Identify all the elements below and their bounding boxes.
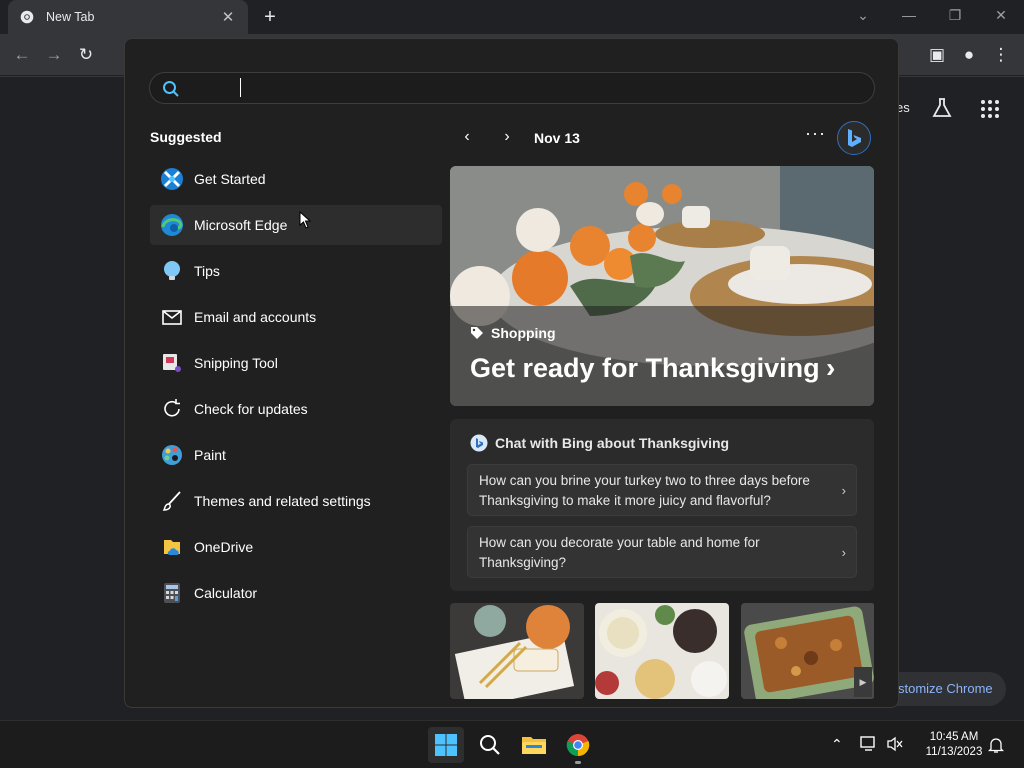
windows-taskbar: ⌃ 10:45 AM 11/13/2023 <box>0 720 1024 768</box>
chat-question-text: How can you brine your turkey two to thr… <box>479 473 810 508</box>
tab-close-icon[interactable]: ✕ <box>220 8 236 26</box>
text-caret <box>240 78 241 97</box>
get-started-icon <box>159 166 185 192</box>
clock-date: 11/13/2023 <box>925 746 983 758</box>
app-label: Email and accounts <box>194 309 317 325</box>
back-icon[interactable]: ← <box>11 44 33 66</box>
search-icon <box>163 81 179 97</box>
paint-icon <box>159 442 185 468</box>
app-label: Get Started <box>194 171 266 187</box>
chat-question-1[interactable]: How can you brine your turkey two to thr… <box>467 464 857 516</box>
refresh-icon <box>159 396 185 422</box>
folder-icon <box>522 737 546 754</box>
app-label: Paint <box>194 447 226 463</box>
mail-icon <box>159 304 185 330</box>
chat-question-text: How can you decorate your table and home… <box>479 535 760 570</box>
previous-day-icon[interactable]: ‹ <box>457 128 477 148</box>
app-label: Snipping Tool <box>194 355 278 371</box>
app-themes-and-related-settings[interactable]: Themes and related settings <box>150 481 442 521</box>
app-calculator[interactable]: Calculator <box>150 573 442 613</box>
hero-chevron-right-icon[interactable]: › <box>826 352 835 384</box>
chat-card-title-text: Chat with Bing about Thanksgiving <box>495 435 730 451</box>
network-icon[interactable] <box>860 736 878 752</box>
thumbnail-side-dishes[interactable] <box>595 603 729 699</box>
volume-muted-icon[interactable] <box>886 736 904 752</box>
app-label: Microsoft Edge <box>194 217 288 233</box>
chrome-icon <box>566 734 590 757</box>
profile-icon[interactable]: ● <box>958 44 980 66</box>
app-microsoft-edge[interactable]: Microsoft Edge <box>150 205 442 245</box>
app-tips[interactable]: Tips <box>150 251 442 291</box>
chat-question-2[interactable]: How can you decorate your table and home… <box>467 526 857 578</box>
hero-category: Shopping <box>470 325 556 341</box>
file-explorer-button[interactable] <box>516 727 552 763</box>
app-label: Tips <box>194 263 220 279</box>
start-search-input[interactable] <box>190 77 850 99</box>
app-check-for-updates[interactable]: Check for updates <box>150 389 442 429</box>
next-day-icon[interactable]: › <box>497 128 517 148</box>
app-label: Themes and related settings <box>194 493 371 509</box>
restore-icon[interactable]: ❐ <box>940 5 970 25</box>
apps-grid-icon[interactable] <box>979 98 1001 120</box>
running-indicator <box>575 761 581 764</box>
notifications-bell-icon[interactable] <box>988 736 1004 754</box>
chevron-right-icon: › <box>841 483 846 498</box>
bing-button[interactable] <box>837 121 871 155</box>
app-get-started[interactable]: Get Started <box>150 159 442 199</box>
snipping-tool-icon <box>159 350 185 376</box>
labs-flask-icon[interactable] <box>930 96 954 120</box>
suggested-heading: Suggested <box>150 129 222 145</box>
thumbnail-pumpkin-card[interactable] <box>450 603 584 699</box>
new-tab-button[interactable]: + <box>258 5 282 29</box>
tab-title: New Tab <box>46 10 95 24</box>
side-panel-icon[interactable]: ▣ <box>926 44 948 66</box>
chrome-icon <box>20 10 34 24</box>
bing-icon <box>848 129 861 147</box>
hero-title: Get ready for Thanksgiving <box>470 353 820 383</box>
menu-dots-icon[interactable]: ⋮ <box>990 44 1012 66</box>
app-email-and-accounts[interactable]: Email and accounts <box>150 297 442 337</box>
app-label: OneDrive <box>194 539 254 555</box>
start-button[interactable] <box>428 727 464 763</box>
show-hidden-icons-icon[interactable]: ⌃ <box>831 736 843 753</box>
taskbar-search-button[interactable] <box>472 727 508 763</box>
scroll-right-icon[interactable]: ▶ <box>854 667 872 697</box>
calculator-icon <box>159 580 185 606</box>
app-onedrive[interactable]: OneDrive <box>150 527 442 567</box>
close-window-icon[interactable]: ✕ <box>986 5 1016 25</box>
suggested-list: Get Started Microsoft Edge Tips Email an… <box>150 159 442 619</box>
tag-icon <box>471 327 483 339</box>
tab-strip: New Tab ✕ + ⌄ — ❐ ✕ <box>0 0 1024 34</box>
app-label: Calculator <box>194 585 258 601</box>
tab-new-tab[interactable]: New Tab ✕ <box>8 0 248 34</box>
minimize-icon[interactable]: — <box>894 5 924 25</box>
edge-icon <box>159 212 185 238</box>
tips-icon <box>159 258 185 284</box>
more-options-icon[interactable]: ··· <box>805 123 826 144</box>
start-menu: Suggested Get Started Microsoft Edge Tip… <box>124 38 899 708</box>
bing-chat-card: Chat with Bing about Thanksgiving How ca… <box>450 419 874 591</box>
onedrive-icon <box>159 534 185 560</box>
taskbar-clock[interactable]: 10:45 AM 11/13/2023 <box>912 730 996 760</box>
forward-icon[interactable]: → <box>43 44 65 66</box>
feed-date: Nov 13 <box>534 130 580 146</box>
clock-time: 10:45 AM <box>929 731 979 743</box>
chrome-taskbar-button[interactable] <box>560 727 596 763</box>
app-snipping-tool[interactable]: Snipping Tool <box>150 343 442 383</box>
tab-search-icon[interactable]: ⌄ <box>848 5 878 25</box>
bing-chat-icon <box>470 434 488 452</box>
windows-logo-icon <box>435 734 457 756</box>
thanksgiving-hero-card[interactable]: Shopping Get ready for Thanksgiving › <box>450 166 874 406</box>
search-icon <box>480 735 500 755</box>
reload-icon[interactable]: ↻ <box>75 44 97 66</box>
app-label: Check for updates <box>194 401 308 417</box>
chat-card-title: Chat with Bing about Thanksgiving <box>470 434 729 452</box>
mouse-cursor-icon <box>299 211 311 229</box>
start-search-box[interactable] <box>149 72 875 104</box>
chevron-right-icon: › <box>841 545 846 560</box>
brush-icon <box>159 488 185 514</box>
hero-category-label: Shopping <box>491 325 556 341</box>
app-paint[interactable]: Paint <box>150 435 442 475</box>
image-strip <box>450 603 874 699</box>
